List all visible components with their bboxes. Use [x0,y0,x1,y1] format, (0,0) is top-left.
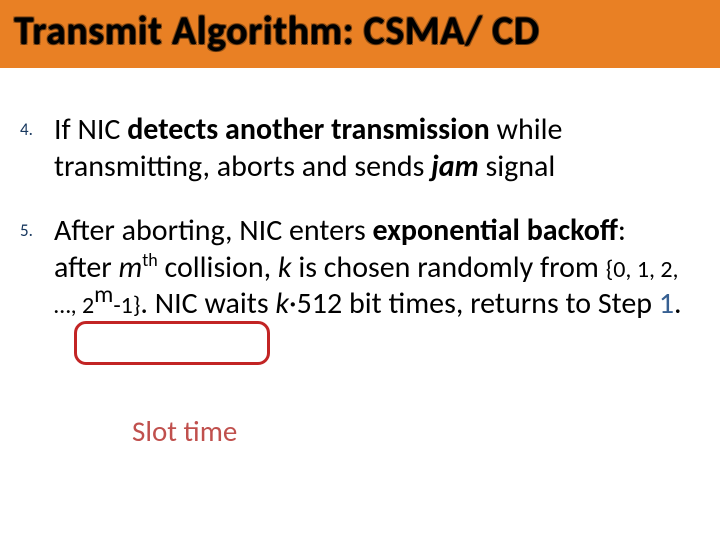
item-number-col: 5. [20,213,54,241]
text-run: collision, [158,249,278,286]
highlight-ring [74,321,270,365]
text-bold: detects another transmission [127,111,490,148]
text-italic-var: m [119,249,143,286]
item-body: After aborting, NIC enters exponential b… [54,213,690,323]
text-bold-italic: jam [431,148,479,185]
item-number-col: 4. [20,112,54,140]
text-bold: exponential backoff [373,212,618,249]
slide-title: Transmit Algorithm: CSMA/ CD [14,6,540,55]
text-sup: th [142,249,158,271]
text-set: -1} [113,291,140,320]
text-run: is chosen randomly from [292,249,606,286]
slide-root: Transmit Algorithm: CSMA/ CD 4. If NIC d… [0,0,720,540]
item-body: If NIC detects another transmission whil… [54,112,690,185]
text-run: . [674,285,682,322]
text-run: signal [479,148,556,185]
text-run: After aborting, NIC enters [54,212,373,249]
text-italic-var: k [278,249,292,286]
annotation-slot-time: Slot time [132,413,237,449]
text-step-ref: 1 [659,285,674,322]
item-number: 5. [20,220,33,241]
text-italic-var: k [275,285,289,322]
text-run: . NIC waits [140,285,275,322]
list-item: 5. After aborting, NIC enters exponentia… [20,213,690,323]
text-sup: m [94,280,113,309]
content-area: 4. If NIC detects another transmission w… [20,112,690,351]
text-run: ·512 bit times, returns to Step [289,285,659,322]
title-bar: Transmit Algorithm: CSMA/ CD [0,0,720,68]
list-item: 4. If NIC detects another transmission w… [20,112,690,185]
text-run: If NIC [54,111,127,148]
item-number: 4. [20,119,33,140]
